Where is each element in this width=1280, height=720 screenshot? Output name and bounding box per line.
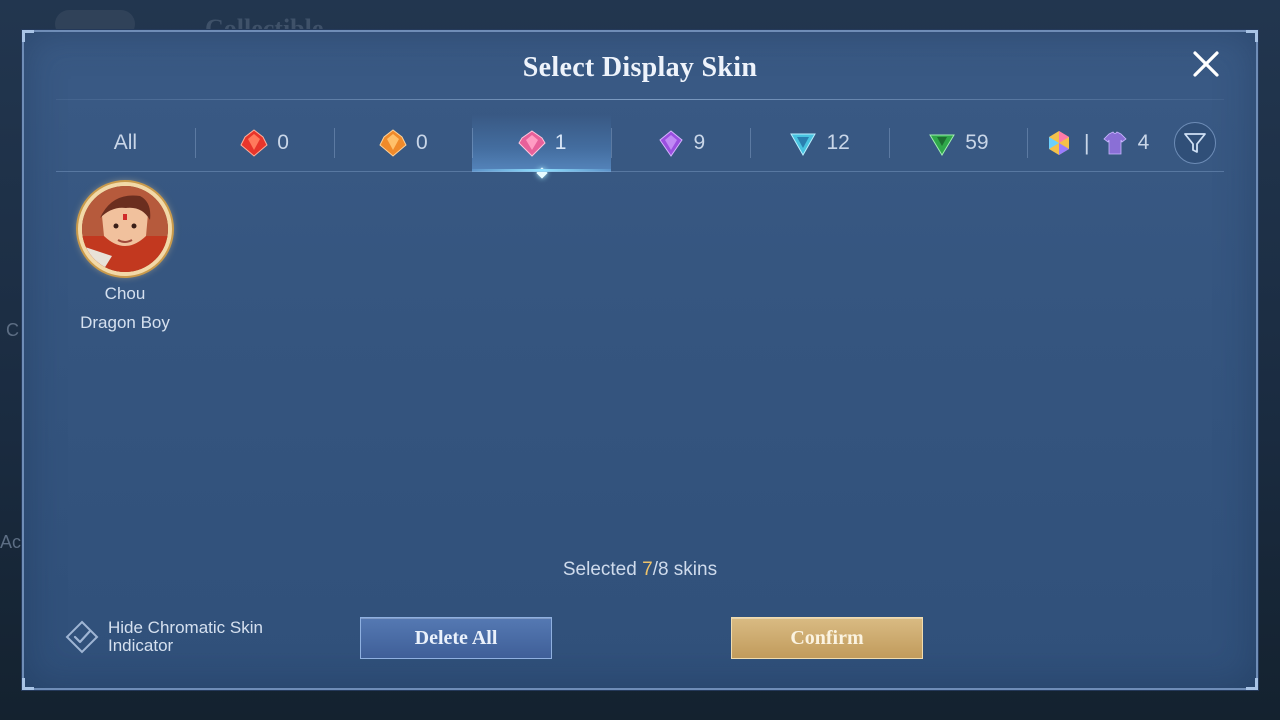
skin-card[interactable]: Chou Dragon Boy (70, 182, 180, 333)
hide-chromatic-label: Hide Chromatic Skin Indicator (108, 618, 263, 655)
filter-button[interactable] (1174, 122, 1216, 164)
tab-count: 4 (1137, 131, 1150, 154)
pink-gem-icon (518, 130, 546, 157)
delete-all-button[interactable]: Delete All (360, 617, 552, 659)
hero-avatar (78, 182, 172, 276)
corner-ornament (22, 678, 34, 690)
tab-count: 0 (416, 131, 428, 154)
orange-gem-icon (379, 129, 407, 157)
confirm-button[interactable]: Confirm (731, 617, 923, 659)
tab-all[interactable]: All (56, 114, 195, 172)
tab-count: 1 (554, 131, 567, 154)
tab-red-tier[interactable]: 0 (194, 114, 334, 172)
hide-chromatic-toggle[interactable]: Hide Chromatic Skin Indicator (64, 619, 288, 655)
background-text-fragment: C (6, 320, 19, 340)
selected-count-text: Selected 7/8 skins (24, 559, 1256, 581)
corner-ornament (1246, 678, 1258, 690)
tabs-underline (56, 171, 1224, 172)
tab-purple-tier[interactable]: 9 (611, 114, 750, 172)
background-text-fragment: Ac (0, 532, 22, 552)
tab-count: 59 (965, 131, 989, 154)
selected-count: 7 (642, 559, 653, 580)
tab-pink-tier[interactable]: 1 (472, 114, 611, 179)
shirt-icon (1103, 131, 1127, 155)
skin-name: Dragon Boy (80, 313, 170, 332)
red-gem-icon (240, 129, 268, 157)
corner-ornament (1246, 30, 1258, 42)
select-display-skin-modal: Select Display Skin All 0 0 1 9 12 59 | … (22, 30, 1258, 690)
close-icon (1193, 51, 1219, 77)
corner-ornament (22, 30, 34, 42)
hexagon-icon (1048, 131, 1069, 155)
rarity-tabs: All 0 0 1 9 12 59 | 4 (56, 114, 1166, 179)
selected-suffix: /8 skins (652, 559, 718, 580)
active-tab-marker (535, 167, 548, 179)
purple-gem-icon (658, 130, 683, 157)
green-gem-icon (929, 134, 956, 156)
close-button[interactable] (1190, 48, 1222, 80)
hero-portrait-icon (82, 186, 168, 272)
modal-title: Select Display Skin (522, 52, 758, 83)
checkbox-diamond-icon (65, 620, 99, 654)
tab-count: 12 (826, 131, 850, 154)
tab-count: 0 (277, 131, 289, 154)
skin-hero-name: Chou (104, 284, 146, 303)
tab-orange-tier[interactable]: 0 (333, 114, 473, 172)
tab-green-tier[interactable]: 59 (888, 114, 1028, 172)
tab-count: 9 (693, 131, 706, 154)
tab-teal-tier[interactable]: 12 (749, 114, 889, 172)
teal-gem-icon (790, 133, 817, 157)
filter-icon (1184, 133, 1206, 153)
tab-label: All (113, 131, 138, 154)
tab-separator: | (1083, 130, 1090, 155)
selected-prefix: Selected (562, 559, 643, 580)
title-divider (56, 99, 1224, 100)
tab-other-tier[interactable]: | 4 (1027, 114, 1166, 172)
